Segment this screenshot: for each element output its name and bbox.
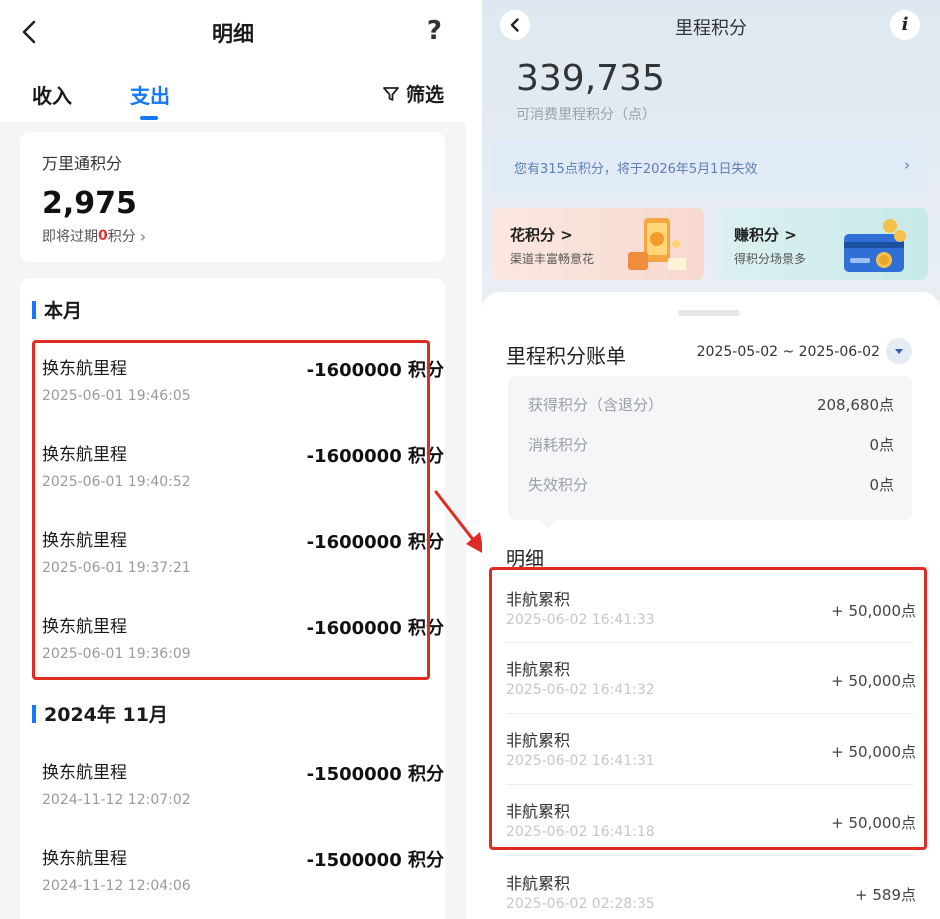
filter-label: 筛选 [405, 84, 444, 106]
expiring-prefix: 即将过期 [42, 229, 98, 245]
summary-pointer [540, 520, 556, 528]
section-header-this-month: 本月 [32, 296, 82, 323]
promo-title: 赚积分 > [734, 226, 797, 244]
help-icon[interactable]: ? [427, 16, 442, 46]
tab-expense[interactable]: 支出 [130, 80, 170, 109]
left-screen: 明细 ? 收入 支出 筛选 万里通积分 2,975 即将过期 0 积分 › 本月… [0, 0, 466, 919]
filter-icon [383, 86, 399, 101]
earn-points-card[interactable]: 赚积分 > 得积分场景多 [716, 208, 928, 280]
summary-label: 失效积分 [528, 476, 589, 494]
chevron-right-icon: › [139, 226, 147, 246]
highlight-box-left [32, 340, 430, 680]
card-coins-icon [844, 219, 906, 272]
tab-bar: 收入 支出 筛选 [0, 72, 466, 122]
bill-summary: 获得积分（含退分） 208,680点 消耗积分 0点 失效积分 0点 [508, 376, 912, 520]
section-header-2024-11: 2024年 11月 [32, 700, 168, 727]
item-time: 2025-06-02 02:28:35 [506, 896, 655, 912]
section-title: 2024年 11月 [44, 704, 168, 726]
item-amount: + 589点 [855, 886, 916, 904]
date-range[interactable]: 2025-05-02 ~ 2025-06-02 [697, 344, 880, 360]
spend-points-card[interactable]: 花积分 > 渠道丰富畅意花 [492, 208, 704, 280]
expiring-suffix: 积分 [107, 229, 136, 245]
bill-title: 里程积分账单 [506, 344, 626, 368]
summary-row: 获得积分（含退分） 208,680点 [528, 394, 894, 416]
promo-subtitle: 渠道丰富畅意花 [510, 252, 595, 266]
notice-text: 您有315点积分，将于2026年5月1日失效 [514, 162, 758, 177]
info-icon[interactable]: i [890, 10, 920, 40]
tab-income[interactable]: 收入 [32, 80, 72, 109]
list-item[interactable]: 换东航里程 -1500000 积分 2024-11-12 12:07:02 [42, 758, 444, 838]
promo-title: 花积分 > [510, 226, 573, 244]
chevron-down-icon[interactable] [886, 338, 912, 364]
chevron-right-icon: › [904, 156, 910, 174]
item-time: 2024-11-12 12:04:06 [42, 878, 191, 894]
nav-bar: 明细 ? [0, 0, 466, 64]
summary-value: 0点 [869, 476, 894, 494]
summary-label: 消耗积分 [528, 436, 589, 454]
balance-label: 可消费里程积分（点） [516, 107, 656, 123]
summary-label: 获得积分（含退分） [528, 396, 664, 414]
page-title: 里程积分 [675, 18, 747, 39]
divider [506, 855, 914, 856]
item-amount: -1500000 积分 [306, 764, 444, 785]
item-time: 2024-11-12 12:07:02 [42, 792, 191, 808]
summary-value: 208,680点 [816, 396, 894, 414]
highlight-box-right [489, 567, 927, 850]
active-tab-indicator [140, 116, 158, 120]
summary-row: 消耗积分 0点 [528, 434, 894, 456]
item-name: 换东航里程 [42, 849, 127, 869]
points-value: 2,975 [42, 186, 137, 221]
filter-button[interactable]: 筛选 [382, 80, 444, 107]
summary-value: 0点 [869, 436, 894, 454]
drag-handle[interactable] [678, 310, 740, 316]
section-marker [32, 300, 36, 319]
header-area: 里程积分 i 339,735 可消费里程积分（点） 您有315点积分，将于202… [482, 0, 940, 300]
item-name: 换东航里程 [42, 763, 127, 783]
list-item[interactable]: 非航累积 2025-06-02 02:28:35 + 589点 [506, 870, 916, 919]
section-title: 本月 [44, 300, 83, 322]
promo-subtitle: 得积分场景多 [734, 252, 807, 266]
page-title: 明细 [212, 22, 254, 46]
summary-row: 失效积分 0点 [528, 474, 894, 496]
expiring-count: 0 [98, 228, 108, 244]
shopping-phone-icon [628, 218, 686, 270]
points-label: 万里通积分 [42, 154, 123, 173]
list-item[interactable]: 换东航里程 -1500000 积分 2024-11-12 12:04:06 [42, 844, 444, 919]
item-amount: -1500000 积分 [306, 850, 444, 871]
balance-value: 339,735 [516, 58, 665, 99]
expiry-notice[interactable]: 您有315点积分，将于2026年5月1日失效 › [492, 140, 928, 194]
expiring-points-link[interactable]: 即将过期 0 积分 › [42, 226, 146, 246]
points-card: 万里通积分 2,975 即将过期 0 积分 › [20, 132, 445, 262]
item-name: 非航累积 [506, 874, 571, 893]
section-marker [32, 704, 36, 723]
